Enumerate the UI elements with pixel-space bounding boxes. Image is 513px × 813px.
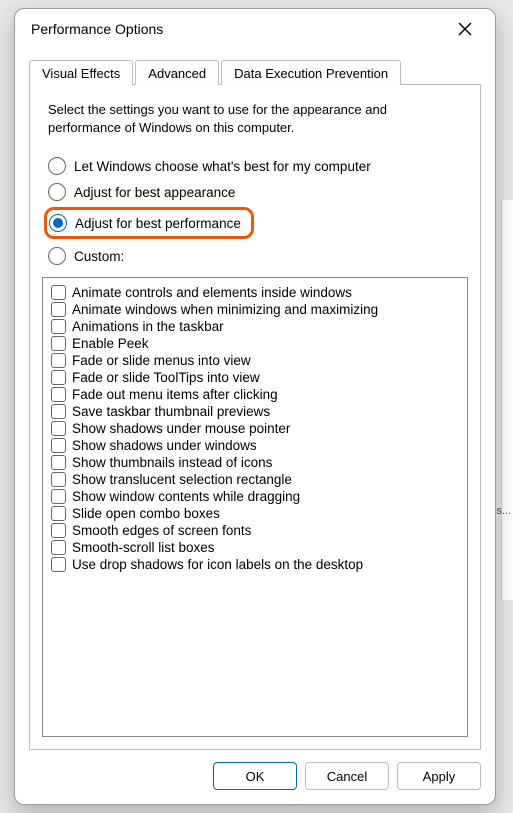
check-label: Smooth edges of screen fonts <box>72 523 251 538</box>
check-label: Animate controls and elements inside win… <box>72 285 352 300</box>
check-row[interactable]: Show translucent selection rectangle <box>51 471 459 488</box>
ok-button[interactable]: OK <box>213 762 297 790</box>
checkbox-icon <box>51 285 66 300</box>
radio-group: Let Windows choose what's best for my co… <box>46 153 468 269</box>
check-label: Enable Peek <box>72 336 149 351</box>
checkbox-icon <box>51 387 66 402</box>
check-label: Show thumbnails instead of icons <box>72 455 272 470</box>
radio-label: Custom: <box>74 249 124 264</box>
check-label: Slide open combo boxes <box>72 506 220 521</box>
check-label: Show window contents while dragging <box>72 489 300 504</box>
checkbox-icon <box>51 404 66 419</box>
radio-label: Adjust for best appearance <box>74 185 235 200</box>
check-row[interactable]: Animate controls and elements inside win… <box>51 284 459 301</box>
checkbox-icon <box>51 336 66 351</box>
radio-icon <box>49 214 67 232</box>
check-label: Smooth-scroll list boxes <box>72 540 215 555</box>
checkbox-icon <box>51 523 66 538</box>
radio-let-windows-choose[interactable]: Let Windows choose what's best for my co… <box>46 153 468 179</box>
radio-label: Let Windows choose what's best for my co… <box>74 159 371 174</box>
radio-icon <box>48 183 66 201</box>
check-row[interactable]: Animations in the taskbar <box>51 318 459 335</box>
check-row[interactable]: Save taskbar thumbnail previews <box>51 403 459 420</box>
tab-advanced[interactable]: Advanced <box>135 60 219 85</box>
radio-icon <box>48 247 66 265</box>
check-row[interactable]: Fade or slide menus into view <box>51 352 459 369</box>
tab-visual-effects[interactable]: Visual Effects <box>29 60 133 86</box>
window-title: Performance Options <box>31 21 449 37</box>
check-row[interactable]: Slide open combo boxes <box>51 505 459 522</box>
dialog-button-bar: OK Cancel Apply <box>15 750 495 804</box>
checkbox-icon <box>51 540 66 555</box>
check-label: Show shadows under mouse pointer <box>72 421 290 436</box>
checkbox-icon <box>51 455 66 470</box>
check-row[interactable]: Fade or slide ToolTips into view <box>51 369 459 386</box>
titlebar: Performance Options <box>15 9 495 49</box>
close-icon <box>458 22 472 36</box>
check-row[interactable]: Enable Peek <box>51 335 459 352</box>
check-row[interactable]: Use drop shadows for icon labels on the … <box>51 556 459 573</box>
check-label: Use drop shadows for icon labels on the … <box>72 557 363 572</box>
check-row[interactable]: Show shadows under mouse pointer <box>51 420 459 437</box>
checkbox-icon <box>51 557 66 572</box>
checkbox-icon <box>51 506 66 521</box>
check-label: Fade or slide menus into view <box>72 353 251 368</box>
radio-icon <box>48 157 66 175</box>
check-label: Fade out menu items after clicking <box>72 387 278 402</box>
highlighted-option: Adjust for best performance <box>44 207 254 239</box>
checkbox-icon <box>51 472 66 487</box>
checkbox-icon <box>51 421 66 436</box>
checkbox-icon <box>51 438 66 453</box>
radio-best-performance[interactable]: Adjust for best performance <box>49 214 241 232</box>
check-label: Animate windows when minimizing and maxi… <box>72 302 378 317</box>
intro-text: Select the settings you want to use for … <box>48 101 462 137</box>
checkbox-icon <box>51 302 66 317</box>
checkbox-icon <box>51 319 66 334</box>
check-row[interactable]: Show window contents while dragging <box>51 488 459 505</box>
check-label: Fade or slide ToolTips into view <box>72 370 260 385</box>
check-row[interactable]: Smooth edges of screen fonts <box>51 522 459 539</box>
radio-best-appearance[interactable]: Adjust for best appearance <box>46 179 468 205</box>
checkbox-icon <box>51 489 66 504</box>
check-row[interactable]: Show shadows under windows <box>51 437 459 454</box>
cancel-button[interactable]: Cancel <box>305 762 389 790</box>
apply-button[interactable]: Apply <box>397 762 481 790</box>
check-row[interactable]: Show thumbnails instead of icons <box>51 454 459 471</box>
performance-options-dialog: Performance Options Visual Effects Advan… <box>14 8 496 805</box>
tab-dep[interactable]: Data Execution Prevention <box>221 60 401 85</box>
check-label: Animations in the taskbar <box>72 319 224 334</box>
check-row[interactable]: Animate windows when minimizing and maxi… <box>51 301 459 318</box>
check-label: Save taskbar thumbnail previews <box>72 404 270 419</box>
check-label: Show translucent selection rectangle <box>72 472 292 487</box>
parent-window-edge <box>501 200 513 600</box>
visual-effects-checklist[interactable]: Animate controls and elements inside win… <box>42 277 468 737</box>
tab-panel-visual-effects: Select the settings you want to use for … <box>29 84 481 750</box>
tabstrip: Visual Effects Advanced Data Execution P… <box>29 59 481 85</box>
checkbox-icon <box>51 353 66 368</box>
check-row[interactable]: Fade out menu items after clicking <box>51 386 459 403</box>
radio-label: Adjust for best performance <box>75 216 241 231</box>
checkbox-icon <box>51 370 66 385</box>
check-label: Show shadows under windows <box>72 438 257 453</box>
check-row[interactable]: Smooth-scroll list boxes <box>51 539 459 556</box>
radio-custom[interactable]: Custom: <box>46 243 468 269</box>
close-button[interactable] <box>449 15 481 43</box>
